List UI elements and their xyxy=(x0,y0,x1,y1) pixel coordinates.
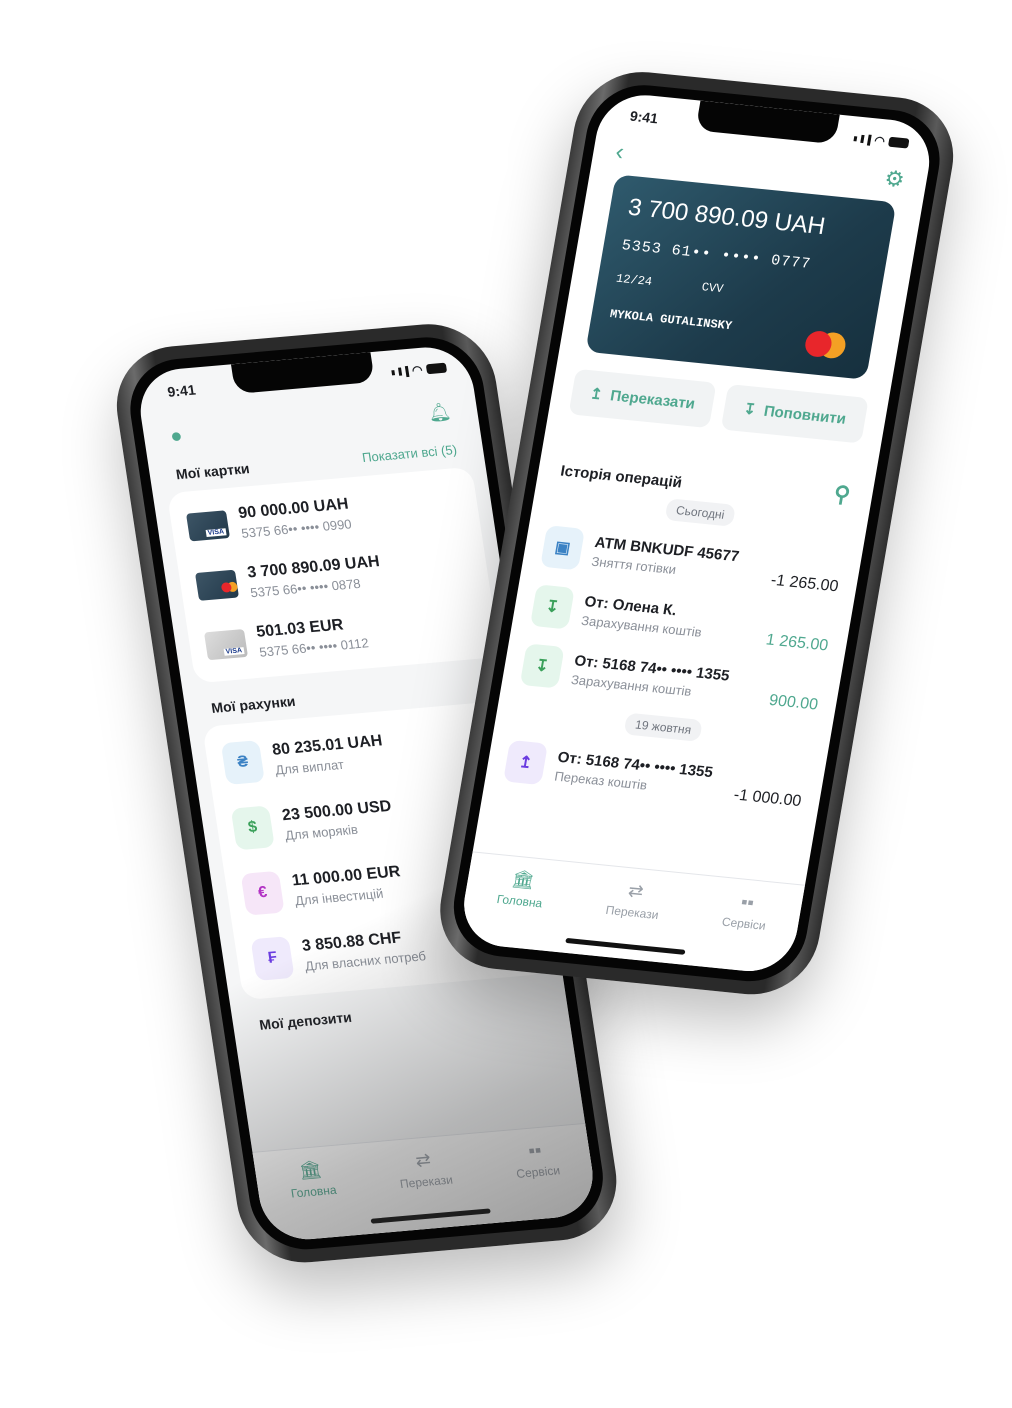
tab-label: Сервіси xyxy=(515,1163,562,1181)
card-thumbnail: VISA xyxy=(185,510,231,542)
cards-title: Мої картки xyxy=(174,460,251,483)
download-arrow-icon: ↧ xyxy=(519,643,565,689)
show-all-link[interactable]: Показати всі (5) xyxy=(361,442,458,466)
transaction-amount: 1 265.00 xyxy=(764,631,830,655)
bell-icon[interactable]: 🔔︎ xyxy=(427,401,453,426)
tab-label: Головна xyxy=(289,1182,338,1201)
mastercard-logo xyxy=(220,582,233,593)
transaction-amount: -1 265.00 xyxy=(769,571,840,596)
button-label: Поповнити xyxy=(762,402,848,428)
card-thumbnail: VISA xyxy=(203,629,249,661)
bezel: 9:41 ◠ ‹ ⚙ 3 700 890.09 UAH 5353 61•• ••… xyxy=(445,80,948,987)
profile-icon[interactable]: ● xyxy=(169,425,184,449)
cash-icon: ▣ xyxy=(540,525,586,571)
tab-home[interactable]: 🏛︎ Головна xyxy=(286,1158,343,1240)
card-thumbnail xyxy=(194,569,240,601)
tab-home[interactable]: 🏛︎ Головна xyxy=(489,867,548,949)
card-cvv: CVV xyxy=(700,280,725,297)
dollar-icon: $ xyxy=(230,805,275,851)
hryvnia-icon: ₴ xyxy=(220,740,265,785)
transaction-item[interactable]: ↥ От: 5168 74•• •••• 1355 Переказ коштів -1… xyxy=(484,729,827,822)
status-time: 9:41 xyxy=(166,381,197,400)
grid-icon: ▪▪ xyxy=(739,891,756,913)
tab-bar: 🏛︎ Головна ⇄ Перекази ▪▪ Сервіси xyxy=(252,1122,599,1243)
tab-services[interactable]: ▪▪ Сервіси xyxy=(714,890,771,972)
card-number: 5353 61•• •••• 0777 xyxy=(620,237,813,273)
card-balance: 3 700 890.09 UAH xyxy=(626,193,828,241)
card-screen: 9:41 ◠ ‹ ⚙ 3 700 890.09 UAH 5353 61•• ••… xyxy=(457,90,937,976)
search-icon[interactable]: ⚲ xyxy=(832,481,852,508)
visa-logo: VISA xyxy=(205,528,227,538)
tab-label: Сервіси xyxy=(720,914,767,933)
date-chip: 19 жовтня xyxy=(623,712,703,742)
deposits-title: Мої депозити xyxy=(258,1008,353,1033)
download-arrow-icon: ↧ xyxy=(529,584,575,630)
visa-logo: VISA xyxy=(223,647,245,656)
card-expiry: 12/24 xyxy=(614,271,654,290)
download-arrow-icon: ↧ xyxy=(742,400,758,419)
tab-bar: 🏛︎ Головна ⇄ Перекази ▪▪ Сервіси xyxy=(457,851,806,976)
arrows-swap-icon: ⇄ xyxy=(414,1149,433,1171)
grid-icon: ▪▪ xyxy=(527,1139,543,1161)
bank-icon: 🏛︎ xyxy=(297,1159,324,1181)
date-chip: Сьогодні xyxy=(664,498,737,527)
franc-icon: ₣ xyxy=(250,936,295,981)
button-label: Переказати xyxy=(609,386,697,413)
back-chevron-icon[interactable]: ‹ xyxy=(613,138,626,166)
tab-services[interactable]: ▪▪ Сервіси xyxy=(512,1138,567,1220)
upload-arrow-icon: ↥ xyxy=(503,739,549,786)
tab-label: Перекази xyxy=(604,902,660,923)
status-time: 9:41 xyxy=(628,107,660,127)
phone-card-details: 9:41 ◠ ‹ ⚙ 3 700 890.09 UAH 5353 61•• ••… xyxy=(430,66,964,1001)
tab-label: Головна xyxy=(495,892,544,911)
euro-icon: € xyxy=(240,870,285,916)
transaction-amount: -1 000.00 xyxy=(732,786,803,811)
arrows-swap-icon: ⇄ xyxy=(626,880,646,902)
accounts-title: Мої рахунки xyxy=(210,692,297,717)
transaction-amount: 900.00 xyxy=(767,691,820,714)
upload-arrow-icon: ↥ xyxy=(588,385,604,404)
bank-card[interactable]: 3 700 890.09 UAH 5353 61•• •••• 0777 12/… xyxy=(585,174,897,380)
bank-icon: 🏛︎ xyxy=(510,868,537,891)
cards-list: VISA 90 000.00 UAH 5375 66•• •••• 0990 3 7… xyxy=(166,466,501,684)
gear-icon[interactable]: ⚙ xyxy=(882,165,907,195)
history-title: Історія операцій xyxy=(559,462,684,492)
tab-label: Перекази xyxy=(398,1172,454,1192)
